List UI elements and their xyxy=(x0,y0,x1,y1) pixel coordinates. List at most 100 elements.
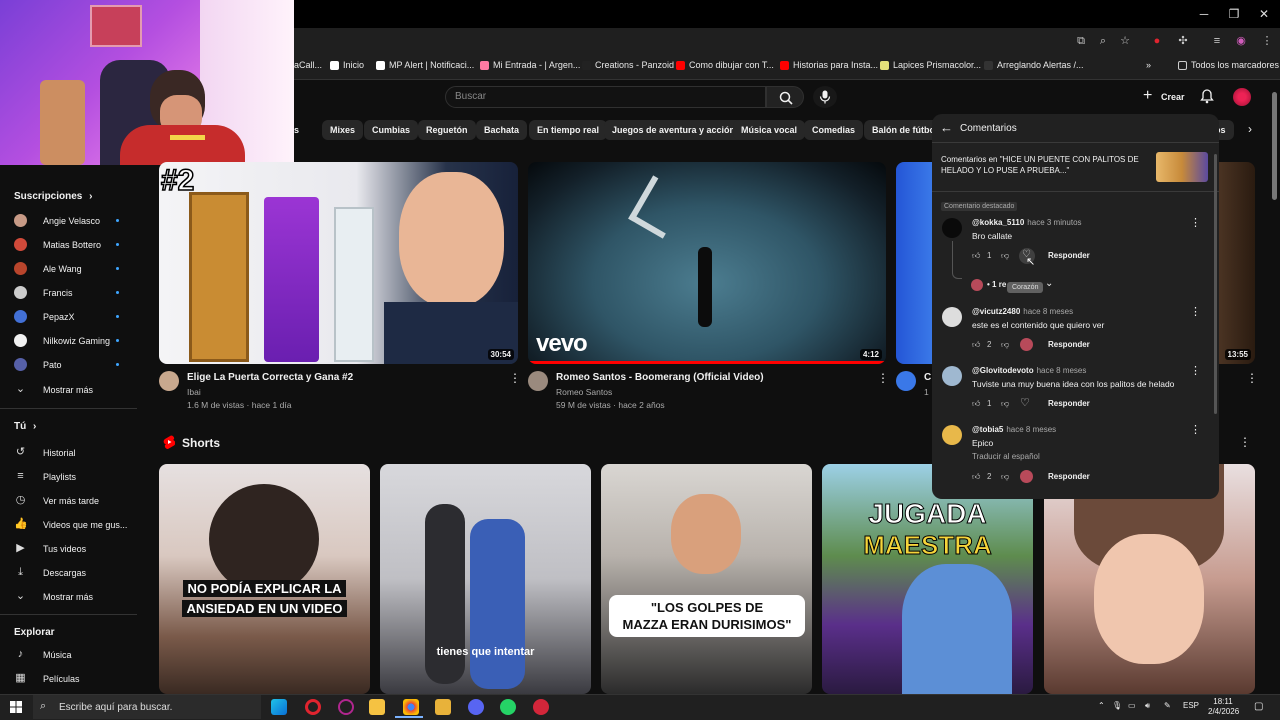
recorder-app-icon[interactable] xyxy=(533,699,549,715)
commenter-avatar[interactable] xyxy=(942,366,962,386)
bookmark-item[interactable]: Inicio xyxy=(330,60,364,70)
like-icon[interactable]: 👍︎ xyxy=(972,399,980,409)
notifications-bell-icon[interactable] xyxy=(1200,89,1214,104)
filter-chip[interactable]: Mixes xyxy=(322,120,364,140)
like-icon[interactable]: 👍︎ xyxy=(972,340,980,350)
dislike-icon[interactable]: 👎︎ xyxy=(1001,472,1009,482)
comments-context[interactable]: Comentarios en "HICE UN PUENTE CON PALIT… xyxy=(941,154,1146,176)
you-heading[interactable]: Tú › xyxy=(14,421,36,432)
commenter-avatar[interactable] xyxy=(942,307,962,327)
heart-icon[interactable]: ♡ xyxy=(1020,396,1030,409)
voice-search-button[interactable] xyxy=(813,86,837,108)
opera-app-icon[interactable] xyxy=(305,699,321,715)
sidebar-item[interactable]: ♪ Música xyxy=(14,648,134,661)
filter-chip[interactable]: En tiempo real xyxy=(529,120,608,140)
playlist-media-icon[interactable]: ≡ xyxy=(1210,34,1224,48)
commenter-avatar[interactable] xyxy=(942,425,962,445)
like-icon[interactable]: 👍︎ xyxy=(972,251,980,261)
edge-app-icon[interactable] xyxy=(271,699,287,715)
sidebar-item[interactable]: ↺ Historial xyxy=(14,446,134,459)
video-menu-icon[interactable]: ⋮ xyxy=(877,371,889,385)
video-menu-icon[interactable]: ⋮ xyxy=(509,371,521,385)
comment-menu-icon[interactable]: ⋮ xyxy=(1190,216,1201,229)
bookmark-item[interactable]: Mi Entrada - | Argen... xyxy=(480,60,580,70)
tray-chevron-icon[interactable]: ⌃ xyxy=(1098,701,1105,710)
tray-microphone-icon[interactable]: 🎙︎ xyxy=(1112,701,1122,710)
reply-button[interactable]: Responder xyxy=(1048,340,1090,349)
sidebar-item[interactable]: ▦ Películas xyxy=(14,672,134,685)
page-scrollbar[interactable] xyxy=(1272,92,1277,200)
language-indicator[interactable]: ESP xyxy=(1183,701,1199,710)
tray-volume-icon[interactable]: 🔊︎ xyxy=(1145,701,1150,711)
reply-button[interactable]: Responder xyxy=(1048,472,1090,481)
menu-icon[interactable]: ⋮ xyxy=(1260,34,1274,48)
dislike-icon[interactable]: 👎︎ xyxy=(1001,251,1009,261)
bookmark-item[interactable]: Como dibujar con T... xyxy=(676,60,774,70)
subscriptions-show-more[interactable]: ⌄ Mostrar más xyxy=(14,383,134,396)
commenter-name[interactable]: @kokka_5110 xyxy=(972,218,1024,227)
star-bookmark-icon[interactable]: ☆ xyxy=(1118,34,1132,48)
install-icon[interactable]: ⧉ xyxy=(1074,34,1088,48)
bookmark-item[interactable]: Historias para Insta... xyxy=(780,60,878,70)
comment-menu-icon[interactable]: ⋮ xyxy=(1190,305,1201,318)
channel-name[interactable]: Ibai xyxy=(187,387,201,397)
video-thumbnail[interactable]: vevo 4:12 xyxy=(528,162,886,364)
comment-menu-icon[interactable]: ⋮ xyxy=(1190,423,1201,436)
close-window-icon[interactable]: ✕ xyxy=(1256,6,1272,22)
chrome-app-icon[interactable] xyxy=(403,699,419,715)
sidebar-item[interactable]: ⤓ Descargas xyxy=(14,566,134,579)
whatsapp-app-icon[interactable] xyxy=(500,699,516,715)
zoom-icon[interactable]: ⌕ xyxy=(1096,34,1110,48)
discord-app-icon[interactable] xyxy=(468,699,484,715)
filter-chip[interactable]: Juegos de aventura y acción xyxy=(604,120,744,140)
bookmarks-overflow-icon[interactable]: » xyxy=(1146,60,1151,70)
opera-extension-icon[interactable]: ● xyxy=(1150,34,1164,48)
channel-name[interactable]: Romeo Santos xyxy=(556,387,612,397)
bookmark-item[interactable]: aCall... xyxy=(294,60,322,70)
sidebar-item[interactable]: 👍 Videos que me gus... xyxy=(14,518,134,531)
tray-pen-icon[interactable]: ✎ xyxy=(1164,701,1171,710)
filter-chip[interactable]: Comedias xyxy=(804,120,864,140)
sidebar-item[interactable]: ◷ Ver más tarde xyxy=(14,494,134,507)
notification-center-icon[interactable]: ▢ xyxy=(1254,701,1263,712)
extensions-icon[interactable]: ✣ xyxy=(1176,34,1190,48)
panel-scrollbar[interactable] xyxy=(1214,154,1217,414)
video-title[interactable]: C xyxy=(924,372,931,383)
search-input[interactable] xyxy=(445,86,766,108)
video-thumbnail[interactable]: #2 30:54 xyxy=(159,162,518,364)
bookmark-item[interactable]: MP Alert | Notificaci... xyxy=(376,60,474,70)
channel-avatar[interactable] xyxy=(896,371,916,391)
user-avatar[interactable] xyxy=(1233,88,1251,106)
filter-chip[interactable]: Cumbias xyxy=(364,120,419,140)
video-title[interactable]: Elige La Puerta Correcta y Gana #2 xyxy=(187,372,353,383)
bookmark-item[interactable]: Creations - Panzoid xyxy=(582,60,674,70)
bookmark-item[interactable]: Arreglando Alertas /... xyxy=(984,60,1084,70)
filter-chip[interactable]: Reguetón xyxy=(418,120,476,140)
dislike-icon[interactable]: 👎︎ xyxy=(1001,340,1009,350)
filter-chip[interactable]: Música vocal xyxy=(733,120,806,140)
reply-button[interactable]: Responder xyxy=(1048,399,1090,408)
like-icon[interactable]: 👍︎ xyxy=(972,472,980,482)
profile-icon[interactable]: ◉ xyxy=(1234,34,1248,48)
clock[interactable]: 18:11 2/4/2026 xyxy=(1208,697,1239,717)
short-card[interactable]: "LOS GOLPES DE MAZZA ERAN DURISIMOS" xyxy=(601,464,812,694)
commenter-avatar[interactable] xyxy=(942,218,962,238)
windows-start-icon[interactable] xyxy=(10,701,22,713)
store-app-icon[interactable] xyxy=(369,699,385,715)
comment-menu-icon[interactable]: ⋮ xyxy=(1190,364,1201,377)
short-card[interactable]: tienes que intentar xyxy=(380,464,591,694)
shorts-menu-icon[interactable]: ⋮ xyxy=(1239,435,1251,449)
maximize-icon[interactable]: ❐ xyxy=(1226,6,1242,22)
commenter-name[interactable]: @tobia5 xyxy=(972,425,1003,434)
all-bookmarks-folder[interactable]: Todos los marcadores xyxy=(1178,60,1279,70)
create-button[interactable]: Crear xyxy=(1161,92,1185,102)
chips-next-icon[interactable]: › xyxy=(1248,122,1252,136)
you-show-more[interactable]: ⌄ Mostrar más xyxy=(14,590,134,603)
back-arrow-icon[interactable]: ← xyxy=(940,120,953,135)
channel-avatar[interactable] xyxy=(528,371,548,391)
dislike-icon[interactable]: 👎︎ xyxy=(1001,399,1009,409)
video-menu-icon[interactable]: ⋮ xyxy=(1246,371,1258,385)
chevron-down-icon[interactable]: ⌄ xyxy=(1045,278,1053,289)
video-thumbnail-small[interactable] xyxy=(1156,152,1208,182)
commenter-name[interactable]: @vicutz2480 xyxy=(972,307,1020,316)
